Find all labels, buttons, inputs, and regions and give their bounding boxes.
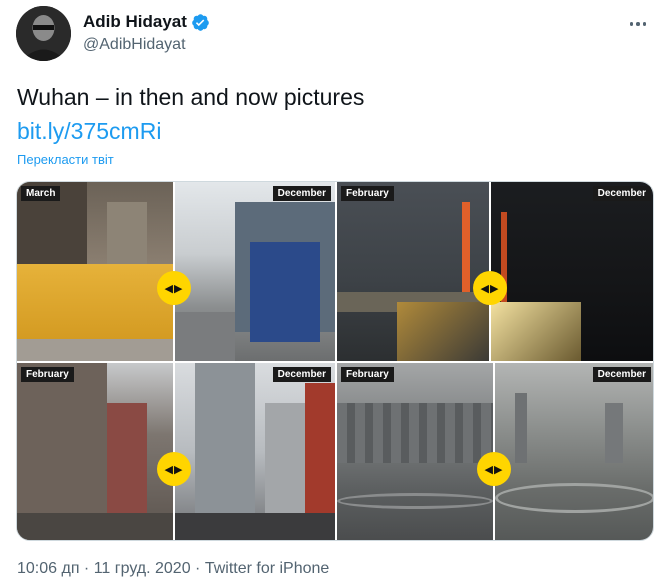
before-label: March (21, 186, 61, 201)
image-after (175, 363, 335, 540)
image-before (337, 363, 493, 540)
tweet-text: Wuhan – in then and now pictures (17, 84, 365, 110)
translate-tweet-link[interactable]: Перекласти твіт (17, 152, 114, 167)
verified-badge-icon (191, 13, 210, 32)
image-before (337, 182, 489, 361)
media-image-2[interactable]: February December ◀▶ (337, 182, 653, 361)
image-after (495, 363, 653, 540)
after-label: December (592, 186, 651, 201)
display-name[interactable]: Adib Hidayat (83, 12, 187, 32)
tweet-meta[interactable]: 10:06 дп · 11 груд. 2020 · Twitter for i… (17, 560, 329, 578)
image-after (491, 182, 653, 361)
media-image-3[interactable]: February December ◀▶ (17, 363, 335, 540)
name-row: Adib Hidayat (83, 12, 210, 32)
image-before (17, 182, 173, 361)
left-right-arrows-icon[interactable]: ◀▶ (477, 452, 511, 486)
after-label: December (592, 367, 651, 382)
media-image-1[interactable]: March December ◀▶ (17, 182, 335, 361)
after-label: December (272, 367, 331, 382)
image-before (17, 363, 173, 540)
left-right-arrows-icon[interactable]: ◀▶ (157, 271, 191, 305)
left-right-arrows-icon[interactable]: ◀▶ (473, 271, 507, 305)
author-handle[interactable]: @AdibHidayat (83, 36, 186, 54)
after-label: December (272, 186, 331, 201)
avatar[interactable] (16, 6, 71, 61)
before-label: February (341, 367, 394, 382)
media-image-4[interactable]: February December ◀▶ (337, 363, 653, 540)
before-label: February (21, 367, 74, 382)
before-label: February (341, 186, 394, 201)
tweet-link[interactable]: bit.ly/375cmRi (17, 116, 161, 146)
image-after (175, 182, 335, 361)
left-right-arrows-icon[interactable]: ◀▶ (157, 452, 191, 486)
tweet-header: Adib Hidayat @AdibHidayat (16, 6, 658, 66)
more-horizontal-icon[interactable] (626, 12, 650, 36)
media-grid[interactable]: March December ◀▶ February December ◀▶ F… (16, 181, 654, 541)
